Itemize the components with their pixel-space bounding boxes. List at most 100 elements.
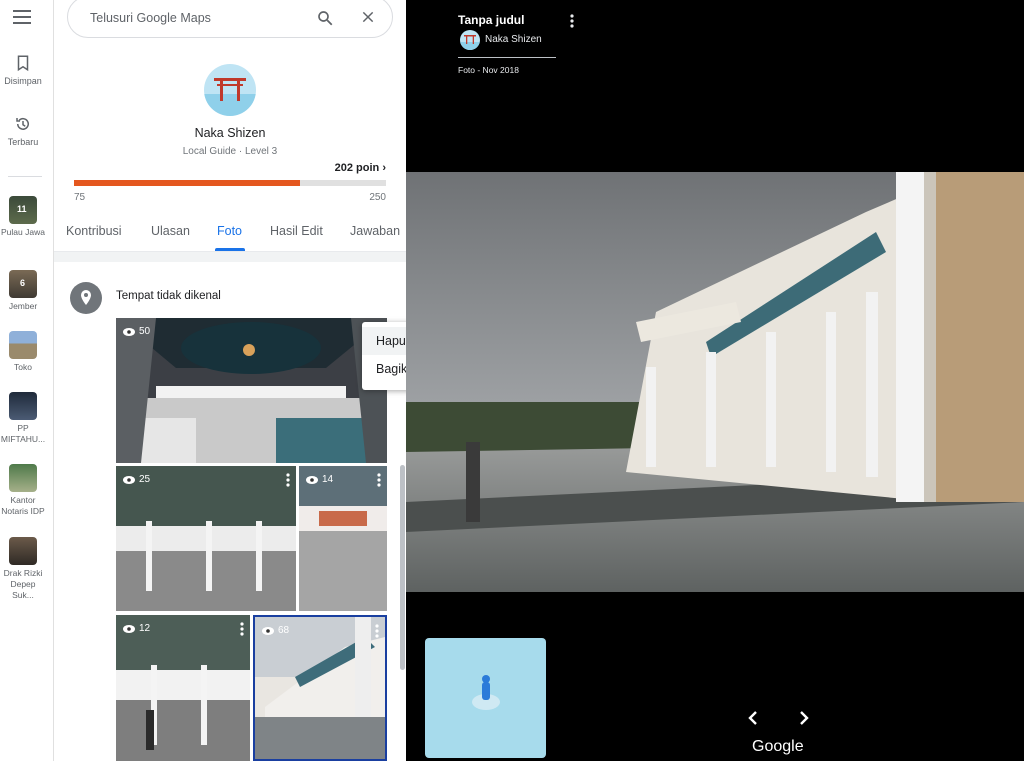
profile-level: Local Guide · Level 3 bbox=[182, 146, 278, 157]
photo-tile-selected[interactable]: 68 bbox=[253, 615, 387, 761]
recent-button[interactable]: Terbaru bbox=[0, 115, 46, 147]
more-options-icon[interactable] bbox=[286, 473, 290, 487]
tab-hasil-edit[interactable]: Hasil Edit bbox=[270, 224, 323, 238]
eye-icon bbox=[123, 624, 135, 633]
more-options-icon[interactable] bbox=[570, 14, 574, 28]
search-input[interactable]: Telusuri Google Maps bbox=[90, 11, 211, 25]
recent-item-label: Toko bbox=[14, 362, 32, 372]
bookmark-icon bbox=[17, 55, 29, 72]
photo-tile[interactable]: 12 bbox=[116, 615, 250, 761]
level-progress-bar bbox=[74, 180, 386, 186]
location-pin-icon bbox=[70, 282, 102, 314]
contributor-panel: Telusuri Google Maps Naka Shizen Local G… bbox=[54, 0, 406, 761]
eye-icon bbox=[123, 327, 135, 336]
photo-count-badge: 11 bbox=[17, 204, 27, 214]
pegman-icon bbox=[472, 675, 500, 710]
torii-gate-icon bbox=[460, 30, 480, 50]
avatar[interactable] bbox=[204, 64, 256, 116]
photo-tile[interactable]: 25 bbox=[116, 466, 296, 611]
search-icon[interactable] bbox=[316, 9, 334, 27]
recent-thumbnail bbox=[9, 537, 37, 565]
view-count: 14 bbox=[306, 474, 333, 485]
tab-ulasan[interactable]: Ulasan bbox=[151, 224, 190, 238]
recent-thumbnail bbox=[9, 331, 37, 359]
photo-tile[interactable]: 50 bbox=[116, 318, 387, 463]
photo-title: Tanpa judul bbox=[458, 13, 525, 27]
rail-divider bbox=[8, 176, 42, 177]
close-icon[interactable] bbox=[360, 9, 376, 25]
left-rail: Disimpan Terbaru 11 Pulau Jawa 6 Jember … bbox=[0, 0, 54, 761]
recent-item-pp-miftahu[interactable]: PP MIFTAHU... bbox=[0, 392, 46, 445]
photo-count-badge: 6 bbox=[20, 278, 26, 288]
view-count: 50 bbox=[123, 326, 150, 337]
history-icon bbox=[16, 117, 29, 130]
recent-item-label: Kantor Notaris IDP bbox=[1, 495, 45, 516]
view-count: 68 bbox=[262, 625, 289, 636]
recent-thumbnail bbox=[9, 392, 37, 420]
eye-icon bbox=[123, 475, 135, 484]
more-options-icon[interactable] bbox=[377, 473, 381, 487]
photo-tile[interactable]: 14 bbox=[299, 466, 387, 611]
chevron-left-icon[interactable] bbox=[746, 710, 760, 726]
mosque-photo-image bbox=[406, 172, 1024, 592]
author-avatar[interactable] bbox=[460, 30, 480, 50]
recent-thumbnail: 6 bbox=[9, 270, 37, 298]
minimap[interactable] bbox=[425, 638, 546, 758]
level-progress-fill bbox=[74, 180, 301, 186]
recent-item-label: Pulau Jawa bbox=[1, 227, 45, 237]
points-link[interactable]: 202 poin › bbox=[335, 162, 386, 174]
view-count: 25 bbox=[123, 474, 150, 485]
recent-thumbnail: 11 bbox=[9, 196, 37, 224]
photo-image bbox=[116, 615, 250, 761]
tab-foto[interactable]: Foto bbox=[217, 224, 242, 238]
eye-icon bbox=[306, 475, 318, 484]
maps-window: Disimpan Terbaru 11 Pulau Jawa 6 Jember … bbox=[0, 0, 1024, 761]
header-divider bbox=[458, 57, 556, 58]
chevron-right-icon[interactable] bbox=[797, 710, 811, 726]
recent-item-label: PP MIFTAHU... bbox=[0, 423, 46, 444]
recent-item-toko[interactable]: Toko bbox=[0, 331, 46, 373]
progress-max-label: 250 bbox=[369, 192, 386, 203]
saved-label: Disimpan bbox=[4, 76, 42, 86]
more-options-icon[interactable] bbox=[375, 624, 379, 638]
eye-icon bbox=[262, 626, 274, 635]
photo-image bbox=[299, 466, 387, 611]
recent-item-drak-rizki[interactable]: Drak Rizki Depep Suk... bbox=[0, 537, 46, 601]
tab-jawaban[interactable]: Jawaban bbox=[350, 224, 400, 238]
view-count-value: 50 bbox=[139, 326, 151, 337]
recent-item-pulau-jawa[interactable]: 11 Pulau Jawa bbox=[0, 196, 46, 238]
search-box[interactable]: Telusuri Google Maps bbox=[67, 0, 393, 38]
photo-date: Foto - Nov 2018 bbox=[458, 65, 519, 75]
place-name: Tempat tidak dikenal bbox=[116, 290, 221, 302]
tab-kontribusi[interactable]: Kontribusi bbox=[66, 224, 122, 238]
view-count-value: 12 bbox=[139, 623, 151, 634]
saved-button[interactable]: Disimpan bbox=[0, 54, 46, 86]
recent-item-label: Drak Rizki Depep Suk... bbox=[3, 568, 43, 600]
view-count: 12 bbox=[123, 623, 150, 634]
progress-min-label: 75 bbox=[74, 192, 86, 203]
view-count-value: 68 bbox=[278, 625, 290, 636]
torii-gate-icon bbox=[204, 64, 256, 116]
recent-thumbnail bbox=[9, 464, 37, 492]
more-options-icon[interactable] bbox=[240, 622, 244, 636]
photo-image bbox=[116, 318, 387, 463]
recent-item-kantor-notaris[interactable]: Kantor Notaris IDP bbox=[0, 464, 46, 517]
author-name[interactable]: Naka Shizen bbox=[485, 34, 542, 45]
profile-name: Naka Shizen bbox=[194, 126, 266, 140]
panel-scrollbar[interactable] bbox=[400, 465, 405, 670]
main-photo[interactable] bbox=[406, 172, 1024, 592]
active-tab-indicator bbox=[215, 248, 245, 251]
recent-item-jember[interactable]: 6 Jember bbox=[0, 270, 46, 312]
recent-label: Terbaru bbox=[7, 137, 39, 147]
google-logo: Google bbox=[752, 738, 804, 755]
menu-icon[interactable] bbox=[13, 10, 31, 24]
recent-item-label: Jember bbox=[8, 301, 38, 311]
tab-bar: Kontribusi Ulasan Foto Hasil Edit Jawaba… bbox=[54, 210, 406, 252]
chevron-right-icon: › bbox=[382, 162, 386, 174]
photo-image bbox=[116, 466, 296, 611]
points-value: 202 poin bbox=[334, 162, 380, 174]
photo-image bbox=[255, 617, 385, 759]
view-count-value: 25 bbox=[139, 474, 151, 485]
view-count-value: 14 bbox=[322, 474, 334, 485]
section-divider bbox=[54, 252, 406, 262]
